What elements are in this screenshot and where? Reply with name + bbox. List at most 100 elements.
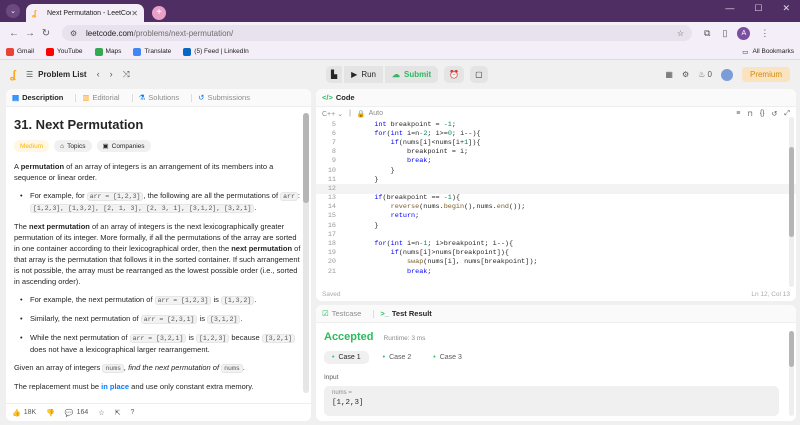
code-line[interactable]: 7 if (nums[i]<nums[i+ 1]){ bbox=[316, 138, 796, 147]
code-line[interactable]: 15 return; bbox=[316, 212, 796, 221]
share-button[interactable]: ⇱ bbox=[115, 409, 121, 417]
like-button[interactable]: 👍 18K bbox=[12, 409, 36, 417]
minimize-icon[interactable]: — bbox=[725, 3, 734, 14]
case-tab-2[interactable]: • Case 2 bbox=[375, 351, 420, 364]
code-line[interactable]: 11 } bbox=[316, 175, 796, 184]
scrollbar-thumb[interactable] bbox=[789, 331, 794, 367]
language-select[interactable]: C++ ⌄ bbox=[322, 110, 343, 118]
code-line[interactable]: 12 bbox=[316, 184, 796, 194]
runtime-text: Runtime: 3 ms bbox=[383, 335, 426, 342]
topics-tag[interactable]: ⌂ Topics bbox=[54, 140, 92, 152]
code-line[interactable]: 20 swap (nums[i], nums[breakpoint]); bbox=[316, 258, 796, 267]
tab-search-icon[interactable]: ⌄ bbox=[6, 4, 20, 18]
code-line[interactable]: 10 } bbox=[316, 166, 796, 175]
browser-tab[interactable]: ʆ Next Permutation - LeetCode ✕ bbox=[26, 4, 144, 22]
case-tab-3[interactable]: • Case 3 bbox=[425, 351, 470, 364]
line-number: 16 bbox=[327, 221, 336, 230]
line-number: 7 bbox=[331, 138, 336, 147]
scrollbar-thumb[interactable] bbox=[303, 113, 309, 203]
code-line[interactable]: 14 reverse (nums. begin (),nums. end ()); bbox=[316, 203, 796, 212]
code-line[interactable]: 8 breakpoint = i; bbox=[316, 148, 796, 157]
settings-icon[interactable]: ⚙ bbox=[682, 70, 689, 79]
bookmark-maps[interactable]: Maps bbox=[94, 47, 121, 56]
bookmark-star-icon[interactable]: ☆ bbox=[677, 29, 684, 38]
result-scrollbar[interactable] bbox=[789, 331, 794, 416]
code-editor[interactable]: 5 int breakpoint = -1; 6 for(int i=n -2; i… bbox=[316, 120, 796, 284]
tab-submissions[interactable]: ↺ Submissions bbox=[198, 93, 250, 102]
expand-icon[interactable]: ⤢ bbox=[784, 110, 790, 118]
next-problem-icon[interactable]: › bbox=[110, 69, 113, 80]
scrollbar-thumb[interactable] bbox=[789, 147, 794, 237]
code-line[interactable]: 17 bbox=[316, 230, 796, 239]
close-tab-icon[interactable]: ✕ bbox=[131, 9, 138, 18]
forward-icon[interactable]: → bbox=[22, 28, 38, 39]
more-menu-icon[interactable]: ⋮ bbox=[760, 28, 769, 39]
url-input[interactable]: ⚙ leetcode.com /problems/next-permutatio… bbox=[62, 25, 692, 41]
braces-icon[interactable]: {} bbox=[760, 110, 765, 118]
bookmark-youtube[interactable]: YouTube bbox=[45, 47, 83, 56]
code-line[interactable]: 16 } bbox=[316, 221, 796, 230]
code-line[interactable]: 13 if (breakpoint == -1){ bbox=[316, 194, 796, 203]
user-avatar[interactable] bbox=[720, 68, 733, 81]
streak-counter[interactable]: ♨ 0 bbox=[698, 70, 712, 79]
code-line[interactable]: 19 if (nums[i]>nums[breakpoint]){ bbox=[316, 249, 796, 258]
notes-button[interactable]: ▢ bbox=[470, 66, 488, 83]
code-token: ; bbox=[415, 212, 420, 221]
code-scrollbar[interactable] bbox=[789, 117, 794, 287]
bookmark-linkedin[interactable]: (5) Feed | LinkedIn bbox=[183, 47, 249, 56]
autocomplete-mode[interactable]: Auto bbox=[369, 110, 383, 117]
reset-icon[interactable]: ↺ bbox=[772, 110, 778, 118]
comments-button[interactable]: 💬 164 bbox=[65, 409, 88, 417]
debug-button[interactable]: ▙ bbox=[326, 66, 343, 83]
maximize-icon[interactable]: ☐ bbox=[754, 3, 762, 14]
inline-code: [1,3,2] bbox=[220, 296, 255, 305]
description-scrollbar[interactable] bbox=[303, 113, 309, 393]
code-token: int bbox=[374, 120, 387, 129]
tab-description[interactable]: ▤ Description bbox=[12, 93, 63, 102]
shuffle-icon[interactable]: ⤨ bbox=[123, 69, 130, 80]
tab-testcase[interactable]: ☑ Testcase bbox=[322, 309, 361, 318]
run-button[interactable]: ▶ Run bbox=[344, 66, 383, 83]
problem-list-button[interactable]: ☰ Problem List bbox=[26, 70, 87, 79]
tab-solutions[interactable]: ⚗ Solutions bbox=[139, 93, 180, 102]
format-icon[interactable]: ≡ bbox=[736, 110, 740, 118]
back-icon[interactable]: ← bbox=[6, 28, 22, 39]
bookmark-gmail[interactable]: Gmail bbox=[6, 47, 34, 56]
premium-button[interactable]: Premium bbox=[741, 67, 790, 82]
code-line[interactable]: 5 int breakpoint = -1; bbox=[316, 120, 796, 129]
tab-code[interactable]: </> Code bbox=[322, 93, 355, 102]
bookmark-icon[interactable]: ⊓ bbox=[747, 110, 752, 118]
layout-icon[interactable]: ▦ bbox=[665, 70, 673, 79]
all-bookmarks[interactable]: ▭ All Bookmarks bbox=[742, 48, 794, 56]
code-line[interactable]: 9 break; bbox=[316, 157, 796, 166]
dislike-button[interactable]: 👎 bbox=[46, 409, 55, 417]
site-info-icon[interactable]: ⚙ bbox=[70, 29, 80, 38]
code-line[interactable]: 18 for(int i=n -1; i>breakpoint; i--){ bbox=[316, 239, 796, 248]
bookmark-translate[interactable]: Translate bbox=[133, 47, 171, 56]
problem-title[interactable]: 31. Next Permutation bbox=[14, 117, 303, 132]
tab-editorial[interactable]: ▥ Editorial bbox=[82, 93, 119, 102]
new-tab-button[interactable]: + bbox=[152, 6, 166, 20]
reload-icon[interactable]: ↻ bbox=[38, 28, 54, 39]
close-window-icon[interactable]: ✕ bbox=[782, 3, 790, 14]
code-line[interactable]: 6 for(int i=n -2; i>= 0; i--){ bbox=[316, 129, 796, 138]
submit-button[interactable]: ☁ Submit bbox=[385, 66, 439, 83]
timer-button[interactable]: ⏰ bbox=[444, 66, 465, 83]
tab-test-result[interactable]: >_ Test Result bbox=[380, 309, 431, 318]
extensions-icon[interactable]: ⧉ bbox=[704, 28, 710, 39]
help-button[interactable]: ? bbox=[130, 409, 134, 416]
in-place-link[interactable]: in place bbox=[101, 382, 129, 391]
tab-label: Editorial bbox=[92, 93, 120, 102]
case-tab-1[interactable]: • Case 1 bbox=[324, 351, 369, 364]
code-line[interactable]: 21 break; bbox=[316, 267, 796, 276]
companies-tag[interactable]: ▣ Companies bbox=[96, 140, 151, 152]
line-number: 10 bbox=[327, 166, 336, 175]
profile-avatar[interactable]: A bbox=[737, 26, 751, 40]
prev-problem-icon[interactable]: ‹ bbox=[97, 69, 100, 80]
favorite-button[interactable]: ☆ bbox=[98, 409, 104, 417]
paragraph: Given an array of integers nums, find th… bbox=[14, 363, 245, 373]
sidepanel-icon[interactable]: ▯ bbox=[722, 28, 727, 39]
leetcode-logo-icon[interactable]: ʆ bbox=[10, 69, 16, 81]
